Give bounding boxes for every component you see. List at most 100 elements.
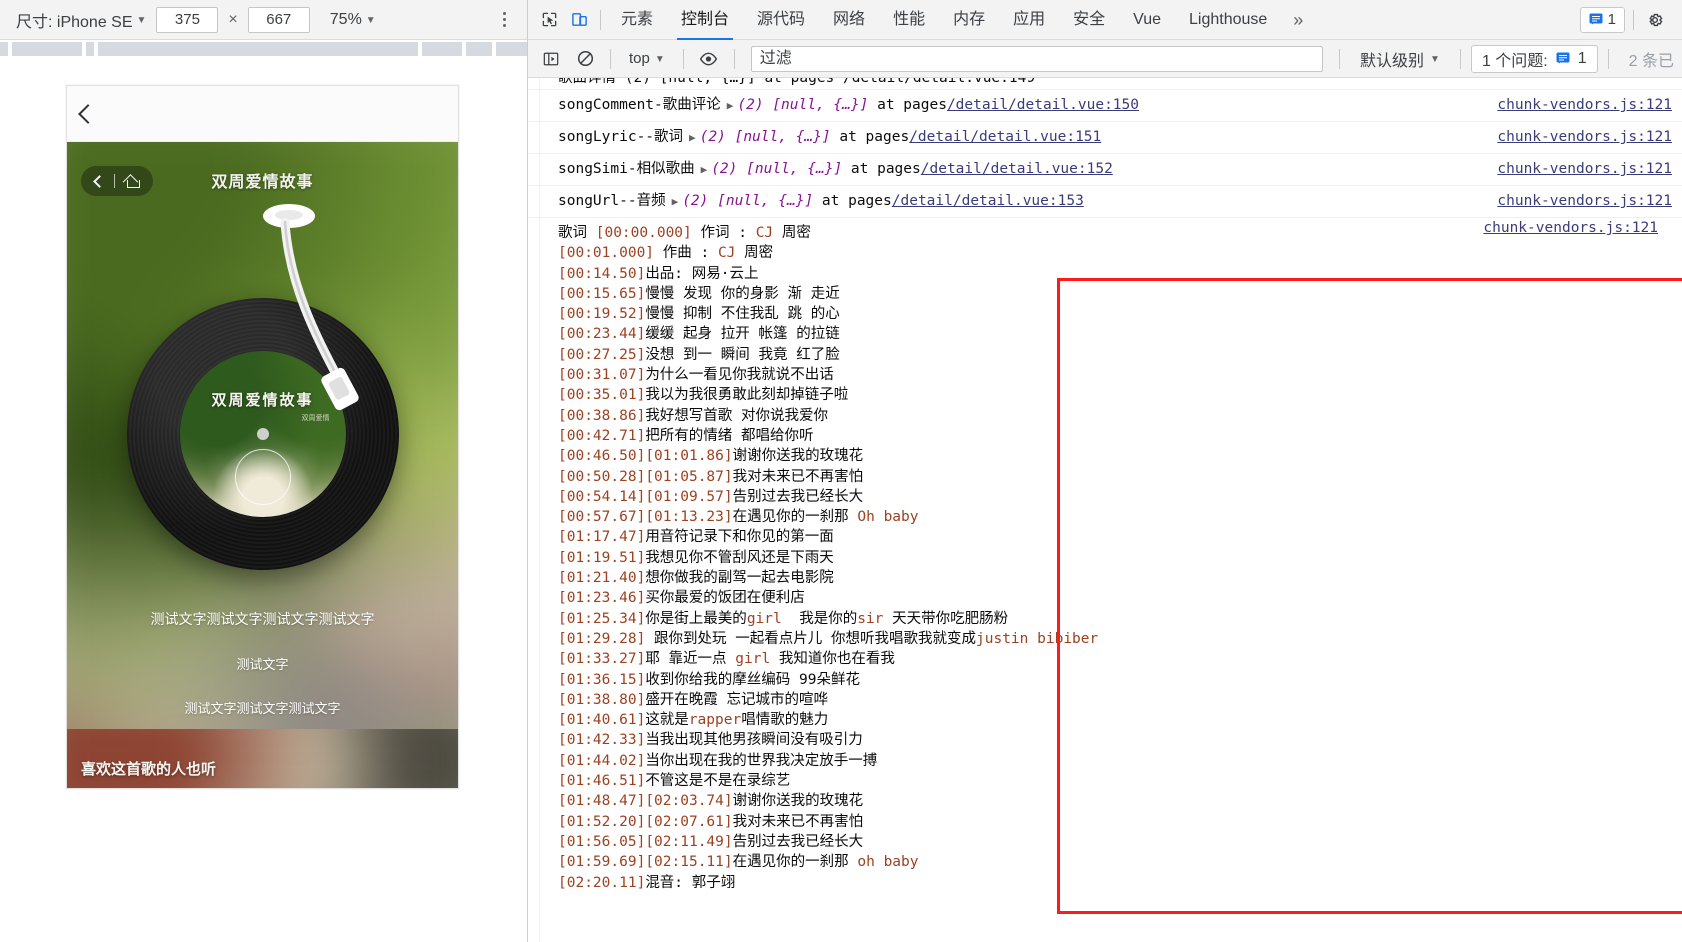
message-count: 1 (1607, 11, 1616, 28)
array-count: (2) (682, 193, 709, 209)
lyric-log-message[interactable]: 歌词 [00:00.000] 作词 : CJ 周密 [00:01.000] 作曲 … (558, 223, 1098, 893)
stack-source-link[interactable]: chunk-vendors.js:121 (1497, 97, 1672, 113)
console-message-list[interactable]: 歌曲详情 (2) [null, {…}] at pages /detail/de… (528, 78, 1682, 942)
tab-network[interactable]: 网络 (819, 0, 879, 40)
floating-nav-pill[interactable] (81, 166, 153, 196)
array-count: (2) (711, 161, 738, 177)
expand-triangle-icon[interactable]: ▶ (695, 163, 712, 176)
at-label: at pages (839, 129, 910, 145)
device-height-input[interactable] (247, 6, 310, 33)
source-link[interactable]: /detail/detail.vue:153 (892, 193, 1084, 209)
stack-source-link[interactable]: chunk-vendors.js:121 (1497, 161, 1672, 177)
clipped-row-link[interactable]: /detail/detail.vue:149 (843, 78, 1035, 86)
toolbar-divider (600, 9, 601, 30)
array-preview[interactable]: [null, {…}] (772, 97, 868, 113)
player-screen: 双周爱情故事 双周爱情故事 双周爱情 测试文字测试文字测试文字测试文字 测试文字… (67, 142, 458, 788)
chevron-down-icon: ▼ (654, 53, 665, 65)
clipped-row-count: (2) (624, 78, 651, 86)
tab-lighthouse[interactable]: Lighthouse (1175, 0, 1281, 40)
array-preview[interactable]: [null, {…}] (746, 161, 842, 177)
source-link[interactable]: /detail/detail.vue:152 (921, 161, 1113, 177)
chevron-down-icon: ▼ (365, 14, 376, 26)
console-row[interactable]: songLyric--歌词 ▶ (2) [null, {…}] at pages/d… (528, 122, 1682, 154)
live-expression-icon[interactable] (694, 44, 724, 74)
test-text-line-1: 测试文字测试文字测试文字测试文字 (150, 611, 375, 627)
tab-security[interactable]: 安全 (1059, 0, 1119, 40)
toolbar-divider (610, 48, 611, 69)
clipped-row-value: [null, {…}] (659, 78, 756, 86)
stack-source-link[interactable]: chunk-vendors.js:121 (1497, 193, 1672, 209)
toolbar-divider (1459, 48, 1461, 69)
stack-source-link[interactable]: chunk-vendors.js:121 (1497, 129, 1672, 145)
toolbar-divider (1339, 48, 1341, 69)
expand-triangle-icon[interactable]: ▶ (683, 131, 700, 144)
clear-console-icon[interactable] (570, 44, 600, 74)
devtools-panel: 元素 控制台 源代码 网络 性能 内存 应用 安全 Vue Lighthouse… (527, 0, 1682, 942)
source-link[interactable]: /detail/detail.vue:150 (947, 97, 1139, 113)
message-count-badge[interactable]: 1 (1579, 6, 1625, 33)
chevron-left-icon[interactable] (93, 174, 106, 188)
console-row[interactable]: songSimi-相似歌曲 ▶ (2) [null, {…}] at pages/d… (528, 154, 1682, 186)
expand-triangle-icon[interactable]: ▶ (666, 195, 683, 208)
tab-elements[interactable]: 元素 (607, 0, 667, 40)
lyric-line: [01:17.47]用音符记录下和你见的第一面 (558, 529, 834, 546)
device-toolbar: 尺寸: iPhone SE ▼ × 75% ▼ (0, 0, 527, 40)
lyric-line: [01:38.80]盛开在晚霞 忘记城市的喧哗 (558, 691, 829, 708)
emulated-phone-viewport[interactable]: 双周爱情故事 双周爱情故事 双周爱情 测试文字测试文字测试文字测试文字 测试文字… (66, 85, 459, 789)
device-toolbar-icon[interactable] (564, 5, 594, 35)
clipped-console-row[interactable]: 歌曲详情 (2) [null, {…}] at pages /detail/de… (528, 78, 1682, 90)
kebab-menu-icon[interactable] (495, 10, 513, 30)
more-tabs-button[interactable]: » (1281, 0, 1315, 40)
tab-console[interactable]: 控制台 (667, 0, 743, 40)
console-filter-input[interactable] (750, 45, 1324, 72)
toolbar-divider (733, 48, 735, 69)
device-zoom-select[interactable]: 75% ▼ (330, 11, 376, 29)
console-row[interactable]: songComment-歌曲评论 ▶ (2) [null, {…}] at page… (528, 90, 1682, 122)
annotation-red-box (1057, 278, 1682, 914)
lyric-line: [01:52.20][02:07.61]我对未来已不再害怕 (558, 813, 864, 830)
message-badge-icon (1556, 52, 1570, 64)
issues-button[interactable]: 1 个问题: 1 (1470, 44, 1598, 73)
inspect-element-icon[interactable] (534, 5, 564, 35)
lyric-line: [01:21.40]想你做我的副驾一起去电影院 (558, 570, 834, 587)
toolbar-divider (1633, 9, 1634, 30)
source-link[interactable]: /detail/detail.vue:151 (909, 129, 1101, 145)
device-width-input[interactable] (156, 6, 219, 33)
stack-source-link[interactable]: chunk-vendors.js:121 (1483, 220, 1658, 236)
lyric-line: [00:15.65]慢慢 发现 你的身影 渐 走近 (558, 285, 840, 302)
chevron-down-icon: ▼ (1430, 53, 1440, 65)
tabbar-right-group: 1 (1579, 6, 1676, 33)
tab-sources[interactable]: 源代码 (743, 0, 819, 40)
lyric-line: [01:48.47][02:03.74]谢谢你送我的玫瑰花 (558, 793, 864, 810)
lyric-line: [01:44.02]当你出现在我的世界我决定放手一搏 (558, 752, 878, 769)
log-level-select[interactable]: 默认级别 ▼ (1350, 46, 1450, 72)
message-badge-icon (1589, 13, 1603, 25)
array-preview[interactable]: [null, {…}] (717, 193, 813, 209)
tab-vue[interactable]: Vue (1119, 0, 1175, 40)
home-icon[interactable] (125, 175, 140, 188)
lyric-line: [00:50.28][01:05.87]我对未来已不再害怕 (558, 468, 864, 485)
lyric-line: [01:23.46]买你最爱的饭团在便利店 (558, 590, 805, 607)
tab-performance[interactable]: 性能 (879, 0, 939, 40)
lyric-line: [00:31.07]为什么一看见你我就说不出话 (558, 367, 834, 384)
lyric-line: [00:01.000] 作曲 : CJ 周密 (558, 245, 774, 262)
gear-icon[interactable] (1642, 7, 1668, 33)
tab-memory[interactable]: 内存 (939, 0, 999, 40)
array-preview[interactable]: [null, {…}] (735, 129, 831, 145)
console-row[interactable]: songUrl--音频 ▶ (2) [null, {…}] at pages/det… (528, 186, 1682, 218)
lyric-line: [00:23.44]缓缓 起身 拉开 帐篷 的拉链 (558, 326, 840, 343)
lyric-line: [00:38.86]我好想写首歌 对你说我爱你 (558, 407, 829, 424)
lyric-line: [00:57.67][01:13.23]在遇见你的一刹那 Oh baby (558, 509, 919, 526)
issues-count: 1 (1577, 49, 1587, 67)
array-count: (2) (737, 97, 764, 113)
tab-application[interactable]: 应用 (999, 0, 1059, 40)
console-sidebar-icon[interactable] (536, 44, 566, 74)
related-section-title: 喜欢这首歌的人也听 (81, 761, 217, 778)
lyric-line: [01:59.69][02:15.11]在遇见你的一刹那 oh baby (558, 854, 919, 871)
expand-triangle-icon[interactable]: ▶ (721, 99, 738, 112)
chevron-left-icon[interactable] (78, 103, 98, 124)
device-size-select[interactable]: 尺寸: iPhone SE ▼ (8, 8, 146, 32)
execution-context-select[interactable]: top ▼ (621, 46, 673, 72)
lyric-line: [02:20.11]混音: 郭子翊 (558, 874, 736, 891)
log-label: songComment-歌曲评论 (558, 97, 721, 113)
